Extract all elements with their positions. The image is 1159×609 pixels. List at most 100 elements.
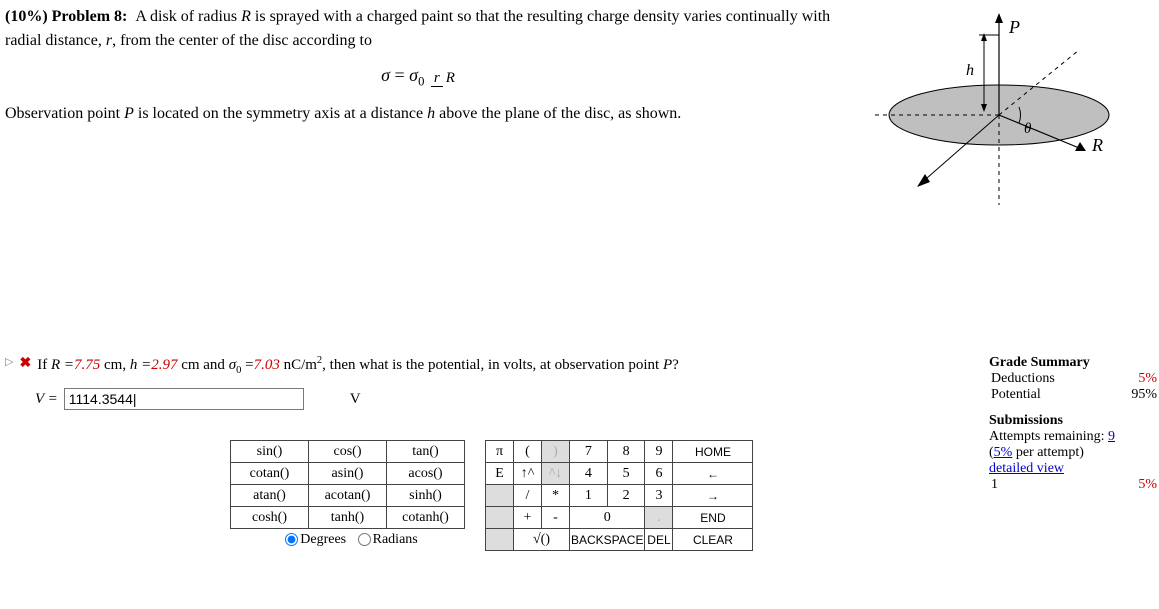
key-1[interactable]: 1 bbox=[570, 485, 608, 507]
key-minus[interactable]: - bbox=[542, 507, 570, 529]
fn-tan[interactable]: tan() bbox=[387, 441, 465, 463]
fn-cos[interactable]: cos() bbox=[309, 441, 387, 463]
key-backspace[interactable]: BACKSPACE bbox=[570, 529, 645, 551]
frac-num: r bbox=[431, 70, 443, 87]
t: Attempts remaining: bbox=[989, 429, 1108, 444]
t: = bbox=[241, 357, 253, 373]
fig-label-P: P bbox=[1008, 17, 1020, 37]
angle-mode-row: Degrees Radians bbox=[230, 529, 465, 551]
key-E[interactable]: E bbox=[486, 463, 514, 485]
key-2[interactable]: 2 bbox=[607, 485, 645, 507]
key-dot[interactable]: . bbox=[645, 507, 673, 529]
t: Degrees bbox=[300, 532, 346, 547]
key-plus[interactable]: + bbox=[514, 507, 542, 529]
attempt-1-value: 5% bbox=[1045, 477, 1159, 493]
key-left[interactable]: ← bbox=[673, 463, 753, 485]
fn-acotan[interactable]: acotan() bbox=[309, 485, 387, 507]
number-pad: π ( ) 7 8 9 HOME E ↑^ ^↓ 4 5 6 ← / * bbox=[485, 440, 753, 551]
t: nC/m bbox=[280, 357, 317, 373]
submissions-title: Submissions bbox=[989, 413, 1159, 429]
per-attempt: (5% per attempt) bbox=[989, 445, 1159, 461]
fn-asin[interactable]: asin() bbox=[309, 463, 387, 485]
key-5[interactable]: 5 bbox=[607, 463, 645, 485]
key-del[interactable]: DEL bbox=[645, 529, 673, 551]
key-clear[interactable]: CLEAR bbox=[673, 529, 753, 551]
t: ? bbox=[672, 357, 679, 373]
key-3[interactable]: 3 bbox=[645, 485, 673, 507]
disk-figure: P h θ R bbox=[854, 5, 1144, 215]
var-P: P bbox=[124, 105, 134, 122]
t: cm, bbox=[100, 357, 130, 373]
eq-sign: = bbox=[390, 65, 409, 85]
key-4[interactable]: 4 bbox=[570, 463, 608, 485]
answer-input[interactable] bbox=[64, 388, 304, 410]
fn-atan[interactable]: atan() bbox=[231, 485, 309, 507]
key-sub[interactable]: ^↓ bbox=[542, 463, 570, 485]
t: , then what is the potential, in volts, … bbox=[322, 357, 663, 373]
answer-label: V = bbox=[35, 391, 58, 408]
key-div[interactable]: / bbox=[514, 485, 542, 507]
incorrect-icon: ✖ bbox=[19, 355, 31, 372]
problem-title: Problem 8: bbox=[52, 8, 128, 25]
text: , from the center of the disc according … bbox=[112, 32, 372, 49]
fn-cotan[interactable]: cotan() bbox=[231, 463, 309, 485]
key-blank1 bbox=[486, 485, 514, 507]
t: If bbox=[37, 357, 51, 373]
frac-den: R bbox=[443, 70, 458, 86]
fn-acos[interactable]: acos() bbox=[387, 463, 465, 485]
rad-radio[interactable] bbox=[358, 533, 371, 546]
answer-unit: V bbox=[350, 391, 361, 408]
text: A disk of radius bbox=[135, 8, 241, 25]
deg-radio[interactable] bbox=[285, 533, 298, 546]
key-home[interactable]: HOME bbox=[673, 441, 753, 463]
fn-cosh[interactable]: cosh() bbox=[231, 507, 309, 529]
key-9[interactable]: 9 bbox=[645, 441, 673, 463]
key-right[interactable]: → bbox=[673, 485, 753, 507]
text: above the plane of the disc, as shown. bbox=[435, 105, 681, 122]
per-attempt-link[interactable]: 5% bbox=[994, 445, 1013, 460]
potential-value: 95% bbox=[1107, 387, 1159, 403]
fn-sinh[interactable]: sinh() bbox=[387, 485, 465, 507]
problem-line2: Observation point P is located on the sy… bbox=[5, 102, 834, 126]
key-6[interactable]: 6 bbox=[645, 463, 673, 485]
fn-tanh[interactable]: tanh() bbox=[309, 507, 387, 529]
key-pi[interactable]: π bbox=[486, 441, 514, 463]
key-8[interactable]: 8 bbox=[607, 441, 645, 463]
R-value: 7.75 bbox=[74, 357, 100, 373]
key-lparen[interactable]: ( bbox=[514, 441, 542, 463]
t: R = bbox=[51, 357, 74, 373]
key-7[interactable]: 7 bbox=[570, 441, 608, 463]
equation: σ = σ0 rR bbox=[5, 65, 834, 90]
attempt-1-label: 1 bbox=[989, 477, 1045, 493]
var-P: P bbox=[663, 357, 672, 373]
key-blank3 bbox=[486, 529, 514, 551]
function-pad: sin()cos()tan() cotan()asin()acos() atan… bbox=[230, 440, 465, 529]
key-blank2 bbox=[486, 507, 514, 529]
attempts-link[interactable]: 9 bbox=[1108, 429, 1115, 444]
expand-icon[interactable]: ▷ bbox=[5, 355, 13, 368]
attempts-remaining: Attempts remaining: 9 bbox=[989, 429, 1159, 445]
deg-radio-label[interactable]: Degrees bbox=[277, 532, 346, 547]
key-end[interactable]: END bbox=[673, 507, 753, 529]
t: Radians bbox=[373, 532, 418, 547]
fn-sin[interactable]: sin() bbox=[231, 441, 309, 463]
key-rparen[interactable]: ) bbox=[542, 441, 570, 463]
detailed-view-link[interactable]: detailed view bbox=[989, 461, 1064, 476]
question-text: If R =7.75 cm, h =2.97 cm and σ0 =7.03 n… bbox=[37, 355, 1154, 376]
key-sqrt[interactable]: √() bbox=[514, 529, 570, 551]
deductions-value: 5% bbox=[1107, 371, 1159, 387]
fn-cotanh[interactable]: cotanh() bbox=[387, 507, 465, 529]
text: Observation point bbox=[5, 105, 124, 122]
fig-label-theta: θ bbox=[1024, 121, 1032, 137]
fig-label-h: h bbox=[966, 62, 974, 79]
key-0[interactable]: 0 bbox=[570, 507, 645, 529]
problem-weight: (10%) bbox=[5, 8, 48, 25]
key-sup[interactable]: ↑^ bbox=[514, 463, 542, 485]
grade-summary-title: Grade Summary bbox=[989, 355, 1159, 371]
sigma0-s: σ bbox=[409, 65, 418, 85]
rad-radio-label[interactable]: Radians bbox=[350, 532, 418, 547]
key-mul[interactable]: * bbox=[542, 485, 570, 507]
sigma-value: 7.03 bbox=[254, 357, 280, 373]
t: h = bbox=[130, 357, 151, 373]
text: is located on the symmetry axis at a dis… bbox=[134, 105, 427, 122]
